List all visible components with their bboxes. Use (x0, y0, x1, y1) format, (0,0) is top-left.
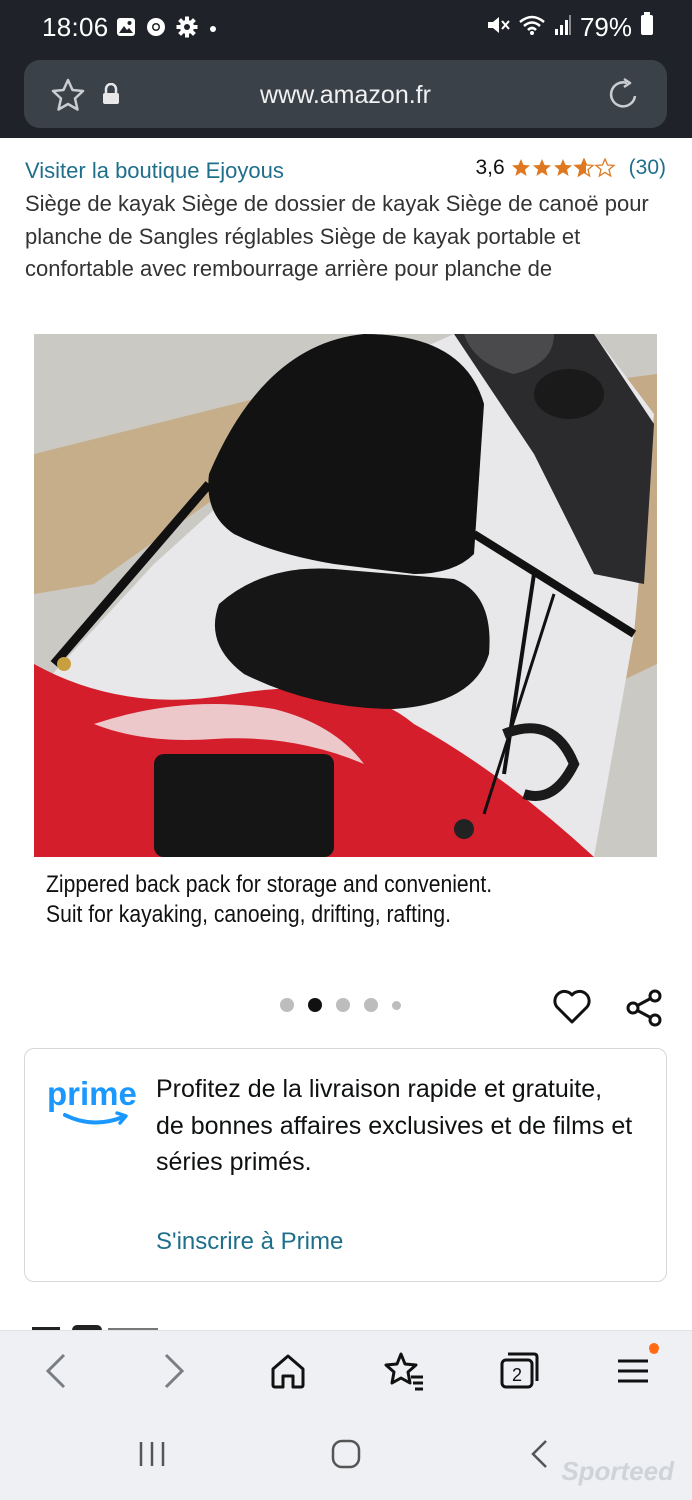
watermark: Sporteed (561, 1456, 674, 1486)
wifi-icon (518, 12, 546, 43)
url-text[interactable]: www.amazon.fr (24, 81, 667, 110)
browser-toolbar: 2 (0, 1330, 692, 1410)
star-empty-icon (594, 158, 615, 177)
carousel-indicator[interactable] (280, 998, 401, 1012)
share-icon[interactable] (624, 988, 666, 1033)
star-full-icon (511, 159, 530, 176)
image-caption: Zippered back pack for storage and conve… (46, 870, 492, 930)
menu-icon[interactable] (614, 1344, 659, 1398)
product-image[interactable] (34, 334, 657, 857)
prime-logo: prime (47, 1075, 141, 1136)
system-navigation-bar: Sporteed (0, 1410, 692, 1500)
settings-icon (176, 16, 198, 43)
notification-dot (649, 1343, 659, 1353)
recents-icon[interactable] (136, 1438, 170, 1475)
caption-line-1: Zippered back pack for storage and conve… (46, 871, 493, 898)
star-half-icon (573, 158, 594, 177)
svg-text:2: 2 (512, 1365, 522, 1385)
star-full-icon (553, 159, 572, 176)
bookmarks-icon[interactable] (383, 1351, 425, 1396)
carousel-dot[interactable] (364, 998, 378, 1012)
back-icon[interactable] (42, 1351, 70, 1396)
gallery-icon (116, 17, 136, 42)
status-system-icons: 79% (486, 12, 654, 43)
home-button-icon[interactable] (329, 1438, 363, 1475)
url-field[interactable]: www.amazon.fr (24, 60, 667, 128)
caption-line-2: Suit for kayaking, canoeing, drifting, r… (46, 901, 452, 928)
screen: 18:06 79% www.amazon.fr Visiter la bouti… (0, 0, 692, 1500)
reload-icon[interactable] (607, 76, 641, 117)
forward-icon[interactable] (160, 1351, 188, 1396)
tabs-icon[interactable]: 2 (498, 1351, 540, 1396)
page-content: Visiter la boutique Ejoyous 3,6 (30) Siè… (0, 138, 692, 1330)
status-bar: 18:06 79% (0, 0, 692, 58)
status-time: 18:06 (42, 12, 109, 42)
dot-icon (208, 21, 218, 39)
next-section-peek (32, 1322, 162, 1330)
prime-signup-link[interactable]: S'inscrire à Prime (156, 1228, 343, 1256)
svg-text:prime: prime (47, 1075, 137, 1112)
prime-banner[interactable]: prime Profitez de la livraison rapide et… (24, 1048, 667, 1282)
rating-stars (511, 158, 619, 178)
heart-icon[interactable] (552, 988, 592, 1031)
rating-count[interactable]: (30) (629, 156, 666, 180)
back-nav-icon[interactable] (524, 1438, 554, 1475)
prime-promo-text: Profitez de la livraison rapide et gratu… (156, 1075, 633, 1176)
signal-icon (554, 12, 572, 43)
product-title: Siège de kayak Siège de dossier de kayak… (25, 191, 649, 281)
carousel-dot[interactable] (392, 1000, 401, 1010)
carousel-dot[interactable] (336, 998, 350, 1012)
home-icon[interactable] (268, 1351, 308, 1396)
rating[interactable]: 3,6 (30) (475, 156, 666, 180)
rating-value: 3,6 (475, 156, 505, 179)
battery-icon (640, 12, 654, 43)
mute-icon (486, 12, 510, 43)
status-notification-icons (116, 16, 218, 43)
battery-level: 79% (579, 12, 632, 42)
chrome-icon (146, 17, 166, 42)
carousel-dot-active[interactable] (308, 998, 322, 1012)
store-link[interactable]: Visiter la boutique Ejoyous (25, 158, 284, 184)
browser-bar: www.amazon.fr (0, 58, 692, 138)
star-full-icon (532, 159, 551, 176)
carousel-dot[interactable] (280, 998, 294, 1012)
